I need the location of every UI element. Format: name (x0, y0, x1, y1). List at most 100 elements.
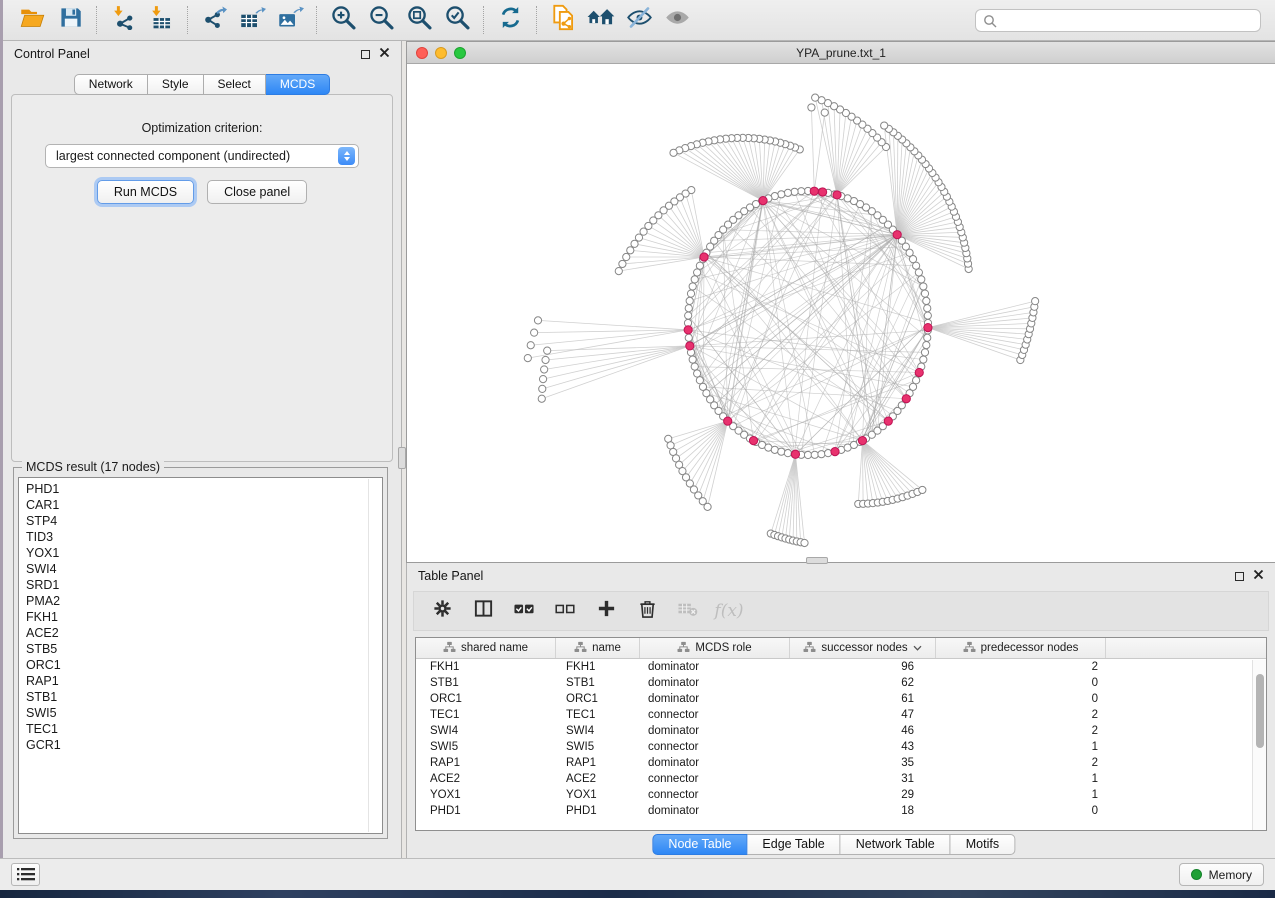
mcds-result-item[interactable]: PHD1 (26, 481, 382, 497)
vertical-splitter-handle[interactable] (398, 447, 406, 469)
tab-select[interactable]: Select (204, 74, 266, 95)
tab-edge-table[interactable]: Edge Table (747, 834, 840, 855)
save-session-button[interactable] (51, 4, 89, 36)
export-network-button[interactable] (195, 4, 233, 36)
maximize-window-icon[interactable] (454, 47, 466, 59)
delete-rows-icon (637, 598, 658, 624)
import-table-button[interactable] (142, 4, 180, 36)
table-scrollbar-track[interactable] (1252, 660, 1266, 830)
list-scrollbar-track[interactable] (368, 479, 369, 832)
task-history-button[interactable] (11, 863, 40, 886)
close-panel-button[interactable]: Close panel (207, 180, 307, 204)
mcds-result-item[interactable]: RAP1 (26, 673, 382, 689)
table-panel-tabs: Node Table Edge Table Network Table Moti… (652, 834, 1015, 855)
mcds-result-item[interactable]: TEC1 (26, 721, 382, 737)
table-row[interactable]: RAP1RAP1dominator352 (416, 755, 1266, 771)
table-row[interactable]: STB1STB1dominator620 (416, 675, 1266, 691)
table-row[interactable]: TEC1TEC1connector472 (416, 707, 1266, 723)
split-columns-button[interactable] (471, 599, 495, 623)
table-row[interactable]: FKH1FKH1dominator962 (416, 659, 1266, 675)
column-header[interactable]: MCDS role (640, 638, 790, 658)
select-all-button[interactable] (512, 599, 536, 623)
mcds-result-item[interactable]: STB5 (26, 641, 382, 657)
column-header[interactable]: predecessor nodes (936, 638, 1106, 658)
table-row[interactable]: YOX1YOX1connector291 (416, 787, 1266, 803)
table-panel: Table Panel f(x) shared namenameMCDS rol… (406, 563, 1275, 858)
mcds-result-list[interactable]: PHD1CAR1STP4TID3YOX1SWI4SRD1PMA2FKH1ACE2… (18, 477, 383, 834)
add-row-button[interactable] (594, 599, 618, 623)
column-header[interactable]: shared name (416, 638, 556, 658)
table-row[interactable]: SWI4SWI4dominator462 (416, 723, 1266, 739)
copy-network-button[interactable] (544, 4, 582, 36)
table-row[interactable]: ACE2ACE2connector311 (416, 771, 1266, 787)
settings-gear-button[interactable] (430, 599, 454, 623)
refresh-button[interactable] (491, 4, 529, 36)
zoom-out-button[interactable] (362, 4, 400, 36)
table-cell: SWI4 (416, 725, 556, 737)
mcds-result-item[interactable]: STB1 (26, 689, 382, 705)
tab-mcds[interactable]: MCDS (266, 74, 330, 95)
mcds-result-item[interactable]: GCR1 (26, 737, 382, 753)
toolbar-button-groups (13, 4, 696, 36)
eye-show-button[interactable] (658, 4, 696, 36)
column-header[interactable]: successor nodes (790, 638, 936, 658)
mcds-result-item[interactable]: TID3 (26, 529, 382, 545)
zoom-selected-button[interactable] (438, 4, 476, 36)
tab-motifs[interactable]: Motifs (951, 834, 1015, 855)
zoom-fit-button[interactable] (400, 4, 438, 36)
criterion-select[interactable]: largest connected component (undirected) (45, 144, 359, 168)
search-icon (983, 14, 997, 33)
mcds-result-item[interactable]: ORC1 (26, 657, 382, 673)
column-type-icon (574, 641, 587, 656)
float-table-panel-icon[interactable] (1235, 572, 1244, 581)
table-cell: dominator (640, 677, 790, 689)
fx-button: f(x) (717, 599, 741, 623)
minimize-window-icon[interactable] (435, 47, 447, 59)
eye-hide-button[interactable] (620, 4, 658, 36)
table-cell: dominator (640, 725, 790, 737)
table-cell: FKH1 (416, 661, 556, 673)
run-mcds-button[interactable]: Run MCDS (97, 180, 194, 204)
column-header[interactable]: name (556, 638, 640, 658)
network-graph[interactable] (407, 65, 1274, 562)
tab-network-table[interactable]: Network Table (841, 834, 951, 855)
memory-button[interactable]: Memory (1179, 863, 1264, 886)
mcds-result-item[interactable]: FKH1 (26, 609, 382, 625)
table-row[interactable]: SWI5SWI5connector431 (416, 739, 1266, 755)
mcds-result-item[interactable]: PMA2 (26, 593, 382, 609)
mcds-result-item[interactable]: SWI4 (26, 561, 382, 577)
export-table-button[interactable] (233, 4, 271, 36)
table-scrollbar-thumb[interactable] (1256, 674, 1264, 748)
mcds-result-item[interactable]: STP4 (26, 513, 382, 529)
houses-button[interactable] (582, 4, 620, 36)
close-table-panel-icon[interactable] (1253, 569, 1264, 583)
tab-node-table[interactable]: Node Table (652, 834, 747, 855)
close-panel-icon[interactable] (379, 47, 390, 61)
table-toolbar: f(x) (413, 591, 1269, 631)
float-panel-icon[interactable] (361, 50, 370, 59)
network-window-titlebar[interactable]: YPA_prune.txt_1 (407, 42, 1275, 64)
mcds-result-item[interactable]: ACE2 (26, 625, 382, 641)
tab-style[interactable]: Style (148, 74, 204, 95)
zoom-in-button[interactable] (324, 4, 362, 36)
delete-rows-button[interactable] (635, 599, 659, 623)
table-cell: 0 (936, 677, 1106, 689)
deselect-all-button[interactable] (553, 599, 577, 623)
mcds-result-item[interactable]: CAR1 (26, 497, 382, 513)
mcds-result-item[interactable]: SRD1 (26, 577, 382, 593)
table-cell: STB1 (556, 677, 640, 689)
network-canvas[interactable] (407, 65, 1275, 562)
toolbar-separator (483, 6, 484, 34)
mcds-result-item[interactable]: YOX1 (26, 545, 382, 561)
export-image-button[interactable] (271, 4, 309, 36)
mcds-result-item[interactable]: SWI5 (26, 705, 382, 721)
horizontal-splitter-handle[interactable] (806, 557, 828, 564)
table-row[interactable]: ORC1ORC1dominator610 (416, 691, 1266, 707)
import-network-button[interactable] (104, 4, 142, 36)
tab-network[interactable]: Network (74, 74, 148, 95)
search-input[interactable] (975, 9, 1261, 32)
close-window-icon[interactable] (416, 47, 428, 59)
table-row[interactable]: PHD1PHD1dominator180 (416, 803, 1266, 819)
table-cell: 2 (936, 709, 1106, 721)
open-file-button[interactable] (13, 4, 51, 36)
